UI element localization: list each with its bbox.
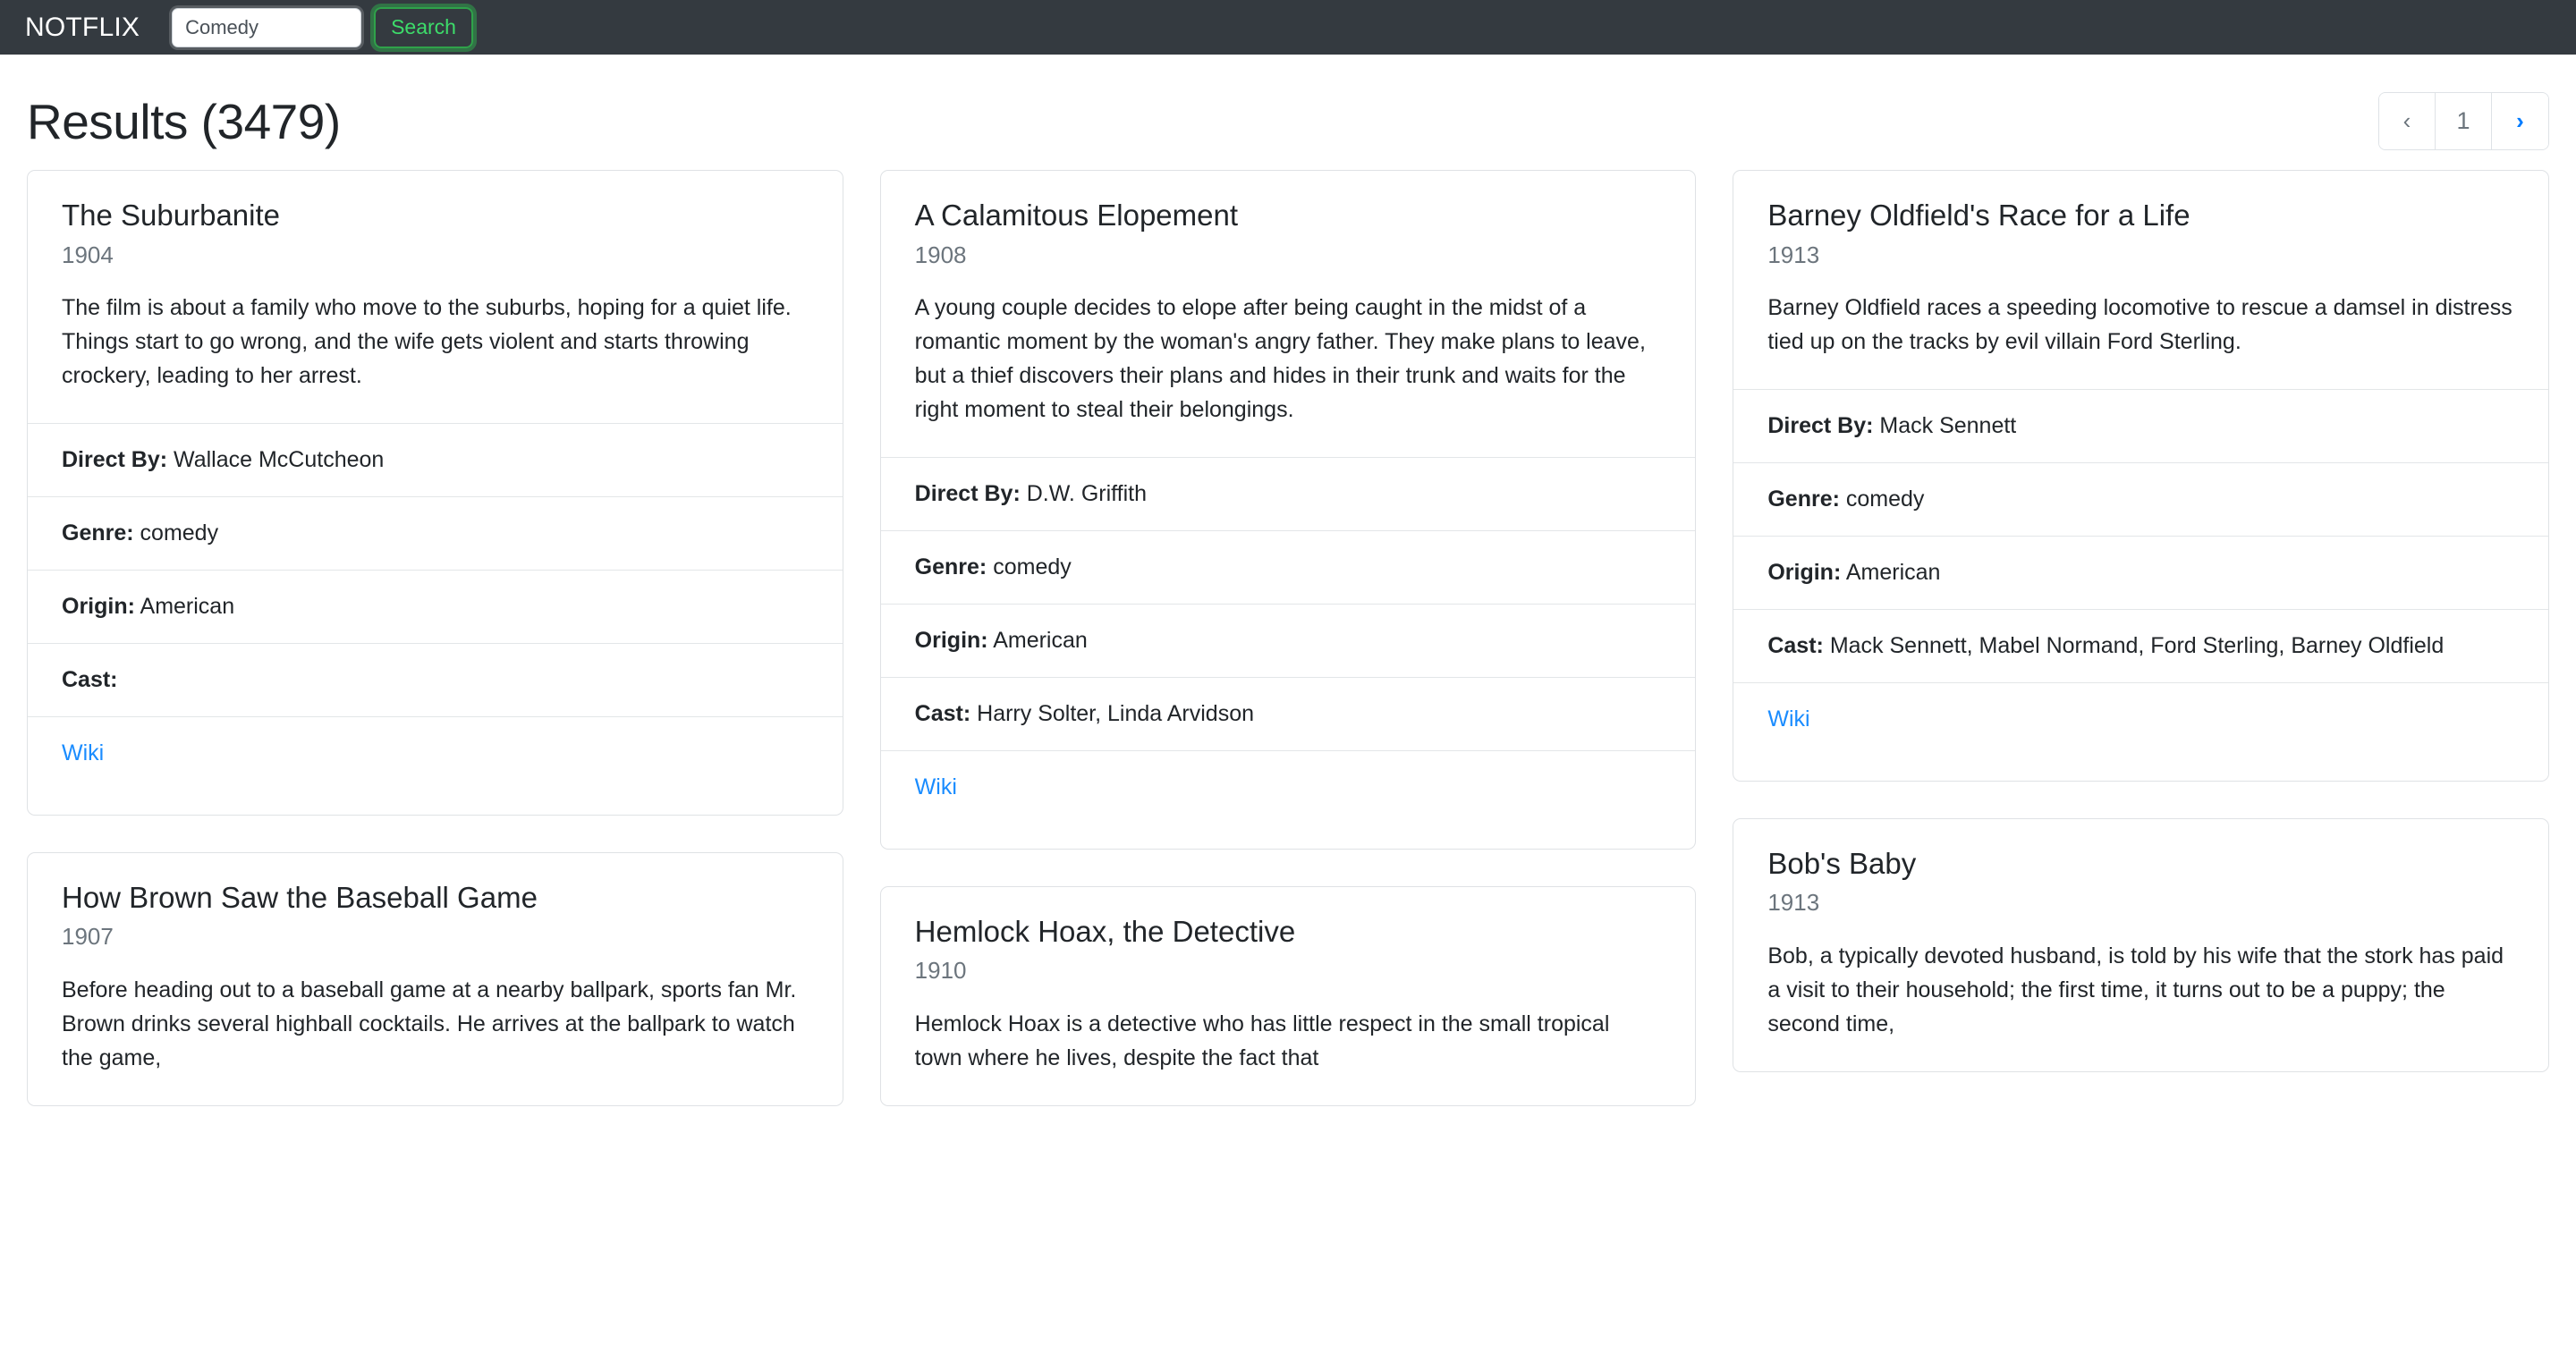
director-value: Wallace McCutcheon bbox=[174, 447, 384, 472]
results-column: A Calamitous Elopement 1908 A young couple… bbox=[880, 170, 1697, 1106]
movie-wiki-row: Wiki bbox=[1733, 683, 2548, 781]
director-label: Direct By: bbox=[1767, 413, 1873, 438]
movie-year: 1907 bbox=[62, 923, 809, 951]
movie-genre-row: Genre: comedy bbox=[1733, 463, 2548, 537]
movie-origin-row: Origin: American bbox=[881, 605, 1696, 678]
wiki-link[interactable]: Wiki bbox=[915, 774, 957, 799]
search-button[interactable]: Search bbox=[374, 7, 473, 48]
movie-title: A Calamitous Elopement bbox=[915, 198, 1662, 233]
cast-label: Cast: bbox=[915, 701, 971, 726]
results-column: Barney Oldfield's Race for a Life 1913 Bar… bbox=[1733, 170, 2549, 1072]
movie-origin-row: Origin: American bbox=[1733, 537, 2548, 610]
page-header: Results (3479) ‹ 1 › bbox=[0, 55, 2576, 170]
brand-logo[interactable]: NOTFLIX bbox=[25, 14, 140, 41]
movie-card-body: How Brown Saw the Baseball Game 1907 Befor… bbox=[28, 853, 843, 1105]
movie-year: 1904 bbox=[62, 241, 809, 269]
movie-year: 1910 bbox=[915, 957, 1662, 985]
origin-label: Origin: bbox=[1767, 560, 1841, 585]
genre-value: comedy bbox=[140, 520, 219, 545]
origin-label: Origin: bbox=[62, 594, 135, 619]
movie-director-row: Direct By: Wallace McCutcheon bbox=[28, 424, 843, 497]
movie-genre-row: Genre: comedy bbox=[28, 497, 843, 571]
origin-value: American bbox=[140, 594, 235, 619]
pagination-prev-icon[interactable]: ‹ bbox=[2379, 93, 2436, 149]
movie-cast-row: Cast: Harry Solter, Linda Arvidson bbox=[881, 678, 1696, 751]
movie-card: How Brown Saw the Baseball Game 1907 Befor… bbox=[27, 852, 843, 1106]
movie-plot: Barney Oldfield races a speeding locomot… bbox=[1767, 291, 2514, 359]
movie-card-body: Hemlock Hoax, the Detective 1910 Hemlock H… bbox=[881, 887, 1696, 1105]
movie-year: 1913 bbox=[1767, 241, 2514, 269]
director-label: Direct By: bbox=[62, 447, 167, 472]
genre-label: Genre: bbox=[915, 554, 987, 579]
movie-card-body: Barney Oldfield's Race for a Life 1913 Bar… bbox=[1733, 171, 2548, 389]
movie-director-row: Direct By: D.W. Griffith bbox=[881, 458, 1696, 531]
movie-meta-list: Direct By: D.W. GriffithGenre: comedyOri… bbox=[881, 457, 1696, 849]
movie-title: Barney Oldfield's Race for a Life bbox=[1767, 198, 2514, 233]
movie-year: 1913 bbox=[1767, 889, 2514, 917]
origin-label: Origin: bbox=[915, 628, 988, 653]
movie-cast-row: Cast: bbox=[28, 644, 843, 717]
page-title: Results (3479) bbox=[27, 93, 341, 150]
movie-title: Hemlock Hoax, the Detective bbox=[915, 914, 1662, 950]
director-value: D.W. Griffith bbox=[1027, 481, 1147, 506]
pagination-next-icon[interactable]: › bbox=[2492, 93, 2548, 149]
origin-value: American bbox=[993, 628, 1088, 653]
results-column: The Suburbanite 1904 The film is about a f… bbox=[27, 170, 843, 1106]
movie-cast-row: Cast: Mack Sennett, Mabel Normand, Ford … bbox=[1733, 610, 2548, 683]
movie-card: A Calamitous Elopement 1908 A young couple… bbox=[880, 170, 1697, 850]
cast-label: Cast: bbox=[1767, 633, 1824, 658]
genre-value: comedy bbox=[1846, 486, 1925, 512]
director-label: Direct By: bbox=[915, 481, 1021, 506]
movie-plot: Hemlock Hoax is a detective who has litt… bbox=[915, 1007, 1662, 1075]
movie-card: Hemlock Hoax, the Detective 1910 Hemlock H… bbox=[880, 886, 1697, 1106]
movie-card: Bob's Baby 1913 Bob, a typically devoted h… bbox=[1733, 818, 2549, 1072]
movie-wiki-row: Wiki bbox=[881, 751, 1696, 849]
movie-director-row: Direct By: Mack Sennett bbox=[1733, 390, 2548, 463]
pagination: ‹ 1 › bbox=[2378, 92, 2549, 150]
movie-plot: Before heading out to a baseball game at… bbox=[62, 973, 809, 1075]
cast-value: Mack Sennett, Mabel Normand, Ford Sterli… bbox=[1830, 633, 2444, 658]
genre-label: Genre: bbox=[1767, 486, 1840, 512]
movie-title: How Brown Saw the Baseball Game bbox=[62, 880, 809, 916]
movie-title: Bob's Baby bbox=[1767, 846, 2514, 882]
director-value: Mack Sennett bbox=[1879, 413, 2016, 438]
pagination-page-1[interactable]: 1 bbox=[2436, 93, 2492, 149]
movie-plot: Bob, a typically devoted husband, is tol… bbox=[1767, 939, 2514, 1041]
movie-card-body: Bob's Baby 1913 Bob, a typically devoted h… bbox=[1733, 819, 2548, 1071]
movie-meta-list: Direct By: Mack SennettGenre: comedyOrig… bbox=[1733, 389, 2548, 781]
movie-plot: A young couple decides to elope after be… bbox=[915, 291, 1662, 427]
movie-wiki-row: Wiki bbox=[28, 717, 843, 815]
cast-label: Cast: bbox=[62, 667, 118, 692]
movie-card: The Suburbanite 1904 The film is about a f… bbox=[27, 170, 843, 816]
wiki-link[interactable]: Wiki bbox=[1767, 706, 1809, 732]
movie-card: Barney Oldfield's Race for a Life 1913 Bar… bbox=[1733, 170, 2549, 782]
movie-meta-list: Direct By: Wallace McCutcheonGenre: come… bbox=[28, 423, 843, 815]
genre-value: comedy bbox=[993, 554, 1072, 579]
movie-origin-row: Origin: American bbox=[28, 571, 843, 644]
origin-value: American bbox=[1846, 560, 1941, 585]
navbar: NOTFLIX Search bbox=[0, 0, 2576, 55]
movie-plot: The film is about a family who move to t… bbox=[62, 291, 809, 393]
genre-label: Genre: bbox=[62, 520, 134, 545]
movie-genre-row: Genre: comedy bbox=[881, 531, 1696, 605]
wiki-link[interactable]: Wiki bbox=[62, 740, 104, 765]
movie-title: The Suburbanite bbox=[62, 198, 809, 233]
movie-card-body: The Suburbanite 1904 The film is about a f… bbox=[28, 171, 843, 423]
results-grid: The Suburbanite 1904 The film is about a f… bbox=[0, 170, 2576, 1106]
movie-year: 1908 bbox=[915, 241, 1662, 269]
search-input[interactable] bbox=[172, 8, 361, 47]
movie-card-body: A Calamitous Elopement 1908 A young couple… bbox=[881, 171, 1696, 457]
cast-value: Harry Solter, Linda Arvidson bbox=[977, 701, 1254, 726]
